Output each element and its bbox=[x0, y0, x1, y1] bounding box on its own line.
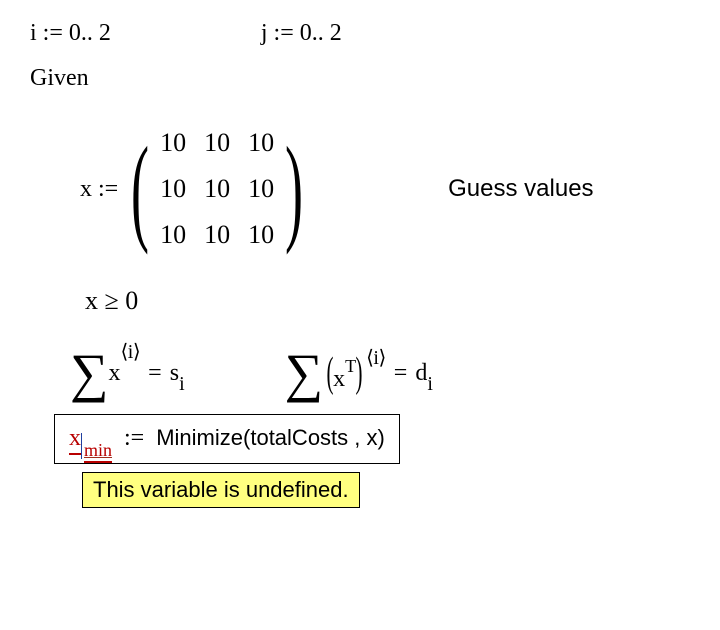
matrix-var: x bbox=[80, 176, 92, 202]
range-definitions: i := 0.. 2 j := 0.. 2 bbox=[30, 20, 690, 47]
given-keyword: Given bbox=[30, 65, 690, 92]
sum-constraints: ∑ x⟨i⟩ = si ∑ ( xT )⟨i⟩ = di bbox=[70, 346, 690, 400]
sigma-icon: ∑ bbox=[285, 346, 324, 400]
value-j: 0.. 2 bbox=[300, 20, 342, 46]
assign-i: := bbox=[43, 20, 63, 46]
minimize-expression-box[interactable]: x min := Minimize(totalCosts , x) bbox=[54, 414, 400, 464]
matrix-cell: 10 bbox=[248, 128, 274, 158]
matrix-cell: 10 bbox=[248, 174, 274, 204]
sum2-inner-base: x bbox=[333, 366, 345, 393]
constraint-lhs: x bbox=[85, 286, 98, 315]
matrix-assign: := bbox=[98, 176, 118, 202]
range-i: i := 0.. 2 bbox=[30, 20, 111, 47]
sum-demand: ∑ ( xT )⟨i⟩ = di bbox=[285, 346, 433, 400]
paren-right-icon: ) bbox=[285, 135, 303, 243]
constraint-rhs: 0 bbox=[125, 286, 138, 315]
matrix-cell: 10 bbox=[204, 220, 230, 250]
sum2-outer-sup: ⟨i⟩ bbox=[366, 345, 386, 370]
eq-icon: = bbox=[394, 360, 408, 387]
matrix-cell: 10 bbox=[160, 220, 186, 250]
assign-j: := bbox=[274, 20, 294, 46]
sum2-rhs-sub: i bbox=[427, 373, 433, 395]
matrix-cell: 10 bbox=[160, 128, 186, 158]
assign-op: := bbox=[124, 425, 144, 451]
edit-cursor-icon bbox=[81, 433, 82, 459]
var-i: i bbox=[30, 20, 37, 46]
matrix-literal: ( 10 10 10 10 10 10 10 10 10 ) bbox=[126, 120, 308, 258]
error-tooltip: This variable is undefined. bbox=[82, 472, 360, 508]
xmin-base: x bbox=[69, 425, 81, 455]
minimize-args: totalCosts , x bbox=[250, 425, 377, 450]
paren-left-icon: ( bbox=[131, 135, 149, 243]
minimize-func: Minimize bbox=[156, 425, 243, 450]
eq-icon: = bbox=[148, 360, 162, 387]
matrix-assignment: x := ( 10 10 10 10 10 10 10 10 10 ) Gues… bbox=[80, 120, 690, 258]
value-i: 0.. 2 bbox=[69, 20, 111, 46]
sum1-rhs-sub: i bbox=[179, 373, 185, 395]
geq-icon: ≥ bbox=[105, 286, 119, 315]
sum-supply: ∑ x⟨i⟩ = si bbox=[70, 346, 185, 400]
sum2-rhs: d bbox=[415, 360, 427, 386]
paren-left-icon: ( bbox=[327, 349, 334, 397]
paren-right-icon: ) bbox=[356, 349, 363, 397]
matrix-cell: 10 bbox=[160, 174, 186, 204]
matrix-cell: 10 bbox=[204, 128, 230, 158]
sum1-base: x bbox=[109, 360, 121, 386]
range-j: j := 0.. 2 bbox=[261, 20, 342, 47]
sum2-inner-sup: T bbox=[345, 356, 356, 377]
sum1-rhs: s bbox=[170, 360, 179, 386]
xmin-variable[interactable]: x min bbox=[69, 425, 112, 455]
sum1-sup: ⟨i⟩ bbox=[121, 341, 141, 363]
constraint-nonneg: x ≥ 0 bbox=[85, 286, 690, 316]
matrix-cell: 10 bbox=[248, 220, 274, 250]
xmin-sub: min bbox=[84, 440, 112, 463]
guess-values-label: Guess values bbox=[448, 175, 593, 203]
matrix-cell: 10 bbox=[204, 174, 230, 204]
sigma-icon: ∑ bbox=[70, 346, 109, 400]
var-j: j bbox=[261, 20, 268, 46]
